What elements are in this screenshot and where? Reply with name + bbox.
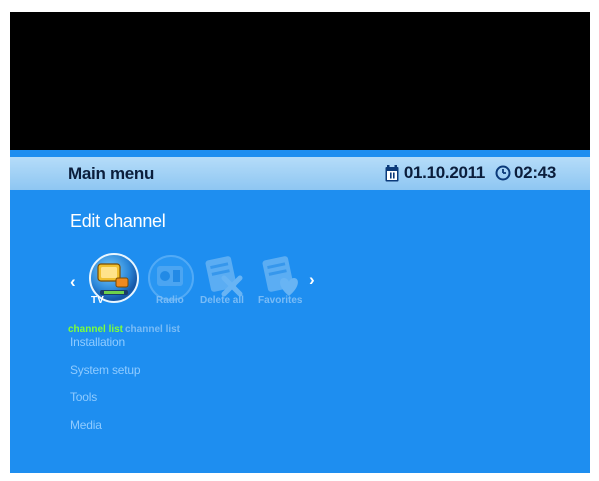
tv-label: TV bbox=[91, 295, 104, 306]
prev-arrow-icon[interactable]: ‹ bbox=[70, 272, 76, 292]
header-bar: Main menu 01.10.2011 02:43 bbox=[10, 157, 590, 190]
favorites-label: Favorites bbox=[258, 295, 303, 306]
radio-channel-list-item[interactable]: Radio bbox=[143, 252, 199, 312]
menu-item-system-setup[interactable]: System setup bbox=[70, 363, 141, 377]
delete-all-item[interactable]: Delete all bbox=[196, 252, 252, 312]
menu-item-tools[interactable]: Tools bbox=[70, 390, 97, 404]
delete-all-label: Delete all bbox=[200, 295, 244, 306]
menu-item-installation[interactable]: Installation bbox=[70, 335, 125, 349]
tv-channel-list-item[interactable]: TV bbox=[86, 252, 142, 312]
time-text: 02:43 bbox=[514, 163, 556, 182]
tv-sublabel: channel list bbox=[68, 324, 124, 335]
tv-screen: Main menu 01.10.2011 02:43 Edit channel … bbox=[10, 12, 590, 473]
next-arrow-icon[interactable]: › bbox=[309, 270, 315, 290]
page-title: Main menu bbox=[68, 164, 155, 183]
calendar-icon bbox=[385, 164, 399, 182]
date-time: 01.10.2011 02:43 bbox=[385, 163, 556, 183]
section-title: Edit channel bbox=[70, 211, 166, 231]
clock-icon bbox=[495, 165, 511, 181]
menu-item-media[interactable]: Media bbox=[70, 418, 102, 432]
favorites-item[interactable]: Favorites bbox=[253, 252, 309, 312]
date-text: 01.10.2011 bbox=[403, 163, 486, 182]
video-preview bbox=[10, 12, 590, 150]
radio-label: Radio bbox=[156, 295, 184, 306]
radio-sublabel: channel list bbox=[125, 324, 181, 335]
